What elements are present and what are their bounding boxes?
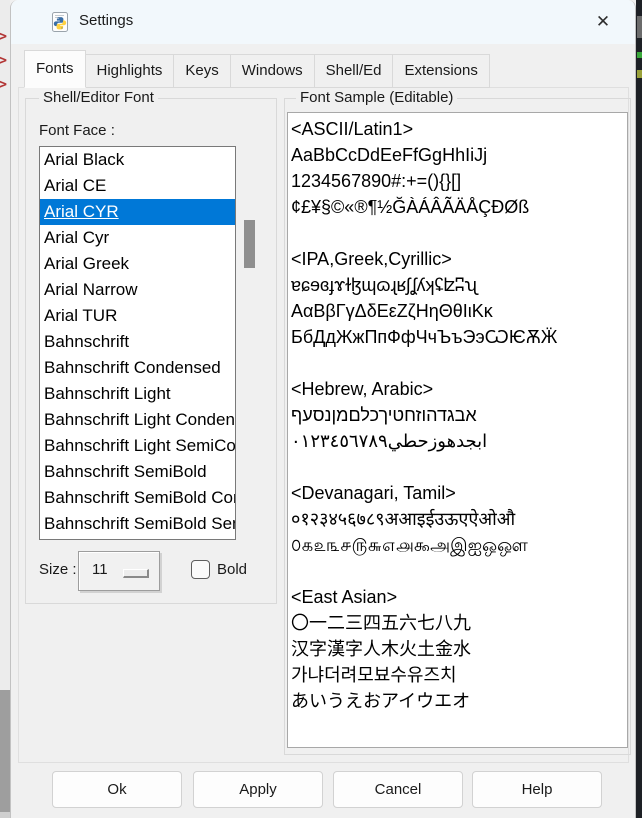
tab-highlights[interactable]: Highlights — [85, 54, 175, 88]
apply-button[interactable]: Apply — [193, 771, 323, 808]
font-list-item[interactable]: Bahnschrift — [40, 329, 235, 355]
window-title: Settings — [79, 12, 133, 29]
background-scrollbar — [0, 690, 10, 812]
bold-label: Bold — [217, 561, 247, 578]
settings-dialog: Settings ✕ Fonts Highlights Keys Windows… — [10, 0, 636, 818]
font-list-item[interactable]: Arial CE — [40, 173, 235, 199]
font-list-item[interactable]: Arial TUR — [40, 303, 235, 329]
background-right-strip — [636, 0, 642, 818]
background-speck — [637, 52, 642, 58]
python-app-icon — [49, 11, 71, 33]
close-icon: ✕ — [596, 12, 610, 32]
titlebar[interactable]: Settings ✕ — [11, 0, 635, 44]
font-list-item[interactable]: Bahnschrift Light — [40, 381, 235, 407]
background-left-strip: > > > — [0, 0, 10, 818]
background-scrollbar-end — [0, 812, 10, 818]
bold-checkbox[interactable] — [191, 560, 210, 579]
close-button[interactable]: ✕ — [583, 5, 623, 39]
size-dropdown[interactable]: 11 — [78, 551, 160, 591]
tab-keys[interactable]: Keys — [173, 54, 230, 88]
font-list-scrollbar-thumb[interactable] — [244, 220, 255, 268]
ok-button[interactable]: Ok — [52, 771, 182, 808]
tab-extensions[interactable]: Extensions — [392, 54, 489, 88]
font-list-item[interactable]: Bahnschrift Condensed — [40, 355, 235, 381]
background-prompt-chevron: > — [0, 51, 7, 69]
font-list-item[interactable]: Arial Greek — [40, 251, 235, 277]
background-speck — [637, 70, 642, 78]
tab-windows[interactable]: Windows — [230, 54, 315, 88]
size-label: Size : — [39, 561, 77, 578]
font-face-listbox[interactable]: Arial Black Arial CE Arial CYR Arial Cyr… — [39, 146, 236, 540]
font-list-item[interactable]: Arial Cyr — [40, 225, 235, 251]
screenshot-root: > > > Settings ✕ Fo — [0, 0, 642, 818]
cancel-button[interactable]: Cancel — [333, 771, 463, 808]
font-list-item[interactable]: Bahnschrift Light SemiCor — [40, 433, 235, 459]
tab-shell-ed[interactable]: Shell/Ed — [314, 54, 394, 88]
font-sample-group-title: Font Sample (Editable) — [296, 89, 457, 106]
font-list-item[interactable]: Arial Narrow — [40, 277, 235, 303]
font-sample-text[interactable]: <ASCII/Latin1> AaBbCcDdEeFfGgHhIiJj 1234… — [288, 113, 627, 714]
background-prompt-chevron: > — [0, 75, 7, 93]
tab-bar: Fonts Highlights Keys Windows Shell/Ed E… — [24, 50, 489, 88]
font-list-item[interactable]: Bahnschrift Light Condens — [40, 407, 235, 433]
font-list-item[interactable]: Bahnschrift SemiBold — [40, 459, 235, 485]
font-list-item[interactable]: Bahnschrift SemiBold Sem — [40, 511, 235, 537]
dialog-button-row: Ok Apply Cancel Help — [11, 771, 635, 808]
font-list-item-selected[interactable]: Arial CYR — [40, 199, 235, 225]
shell-editor-font-group-title: Shell/Editor Font — [39, 89, 158, 106]
font-sample-textbox[interactable]: <ASCII/Latin1> AaBbCcDdEeFfGgHhIiJj 1234… — [287, 112, 628, 748]
help-button[interactable]: Help — [472, 771, 602, 808]
font-face-label: Font Face : — [39, 122, 115, 139]
font-list-item[interactable]: Bahnschrift SemiBold Con — [40, 485, 235, 511]
tab-fonts[interactable]: Fonts — [24, 50, 86, 88]
size-value: 11 — [92, 561, 108, 578]
dropdown-indicator-icon — [123, 569, 149, 578]
background-prompt-chevron: > — [0, 27, 7, 45]
font-list-item[interactable]: Arial Black — [40, 147, 235, 173]
background-speck — [637, 16, 642, 38]
